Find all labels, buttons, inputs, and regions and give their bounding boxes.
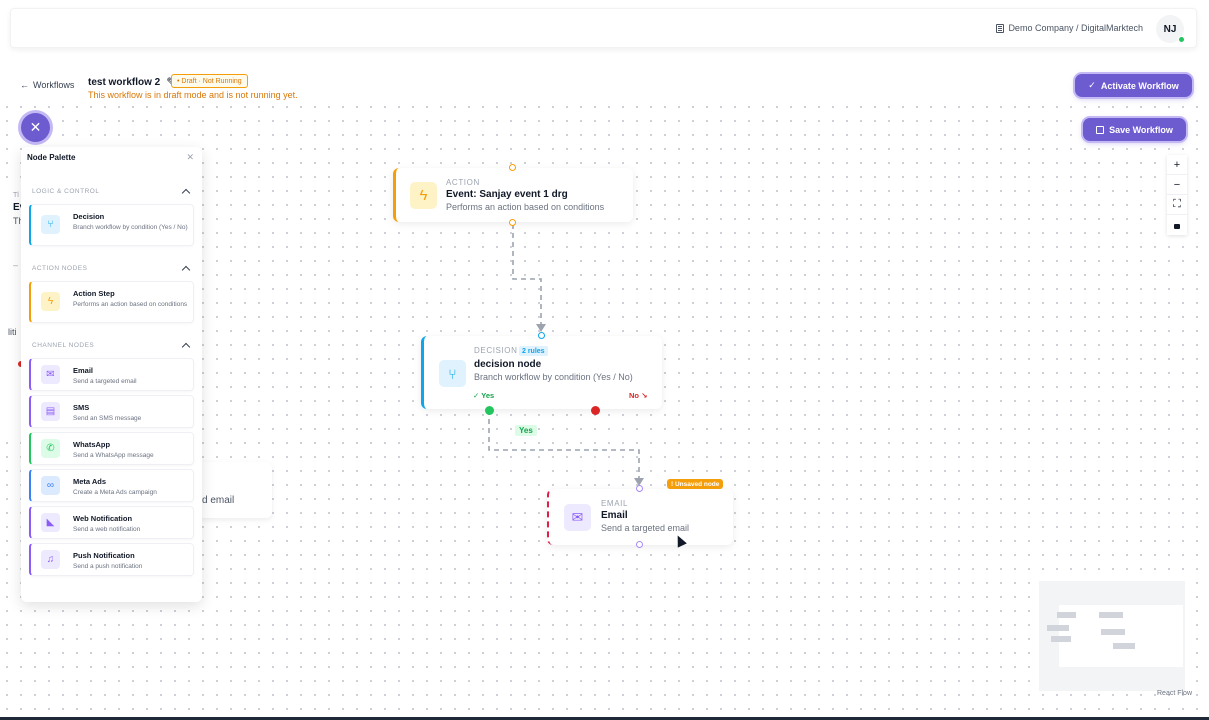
rules-badge: 2 rules [519, 346, 548, 356]
node-name: Email [601, 510, 628, 521]
email-node[interactable]: ✉ EMAIL Email Send a targeted email [547, 489, 733, 545]
minimap-node [1051, 636, 1071, 642]
bolt-icon: ϟ [410, 182, 437, 209]
decision-input-handle[interactable] [538, 332, 545, 339]
minimap-node [1099, 612, 1123, 618]
no-handle[interactable] [591, 406, 600, 415]
action-node[interactable]: ϟ ACTION Event: Sanjay event 1 drg Perfo… [393, 168, 633, 222]
minimap-node [1047, 625, 1069, 631]
edge-label-yes: Yes [515, 425, 537, 436]
node-desc: Send a targeted email [601, 523, 690, 533]
react-flow-attribution[interactable]: React Flow [1157, 690, 1192, 697]
action-input-handle[interactable] [509, 164, 516, 171]
minimap[interactable] [1039, 581, 1185, 691]
yes-output-label: ✓ Yes [473, 391, 495, 400]
action-output-handle[interactable] [509, 219, 516, 226]
email-input-handle[interactable] [636, 485, 643, 492]
node-desc: Performs an action based on conditions [446, 202, 605, 212]
branch-icon: ⑂ [439, 360, 466, 387]
unsaved-node-badge: ! Unsaved node [667, 479, 724, 489]
no-output-label: No ↘ [629, 391, 648, 400]
node-type: EMAIL [601, 499, 629, 508]
node-name: decision node [474, 359, 542, 370]
node-type: ACTION [446, 178, 480, 187]
yes-handle[interactable] [485, 406, 494, 415]
email-output-handle[interactable] [636, 541, 643, 548]
edge-decision-to-email [488, 410, 640, 484]
minimap-node [1113, 643, 1135, 649]
node-type: DECISION [474, 346, 518, 355]
minimap-node [1057, 612, 1076, 618]
minimap-node [1101, 629, 1125, 635]
edge-action-to-decision [512, 224, 542, 330]
node-desc: Branch workflow by condition (Yes / No) [474, 372, 633, 382]
edge-arrow [536, 324, 546, 332]
node-name: Event: Sanjay event 1 drg [446, 189, 568, 200]
mail-icon: ✉ [564, 504, 591, 531]
